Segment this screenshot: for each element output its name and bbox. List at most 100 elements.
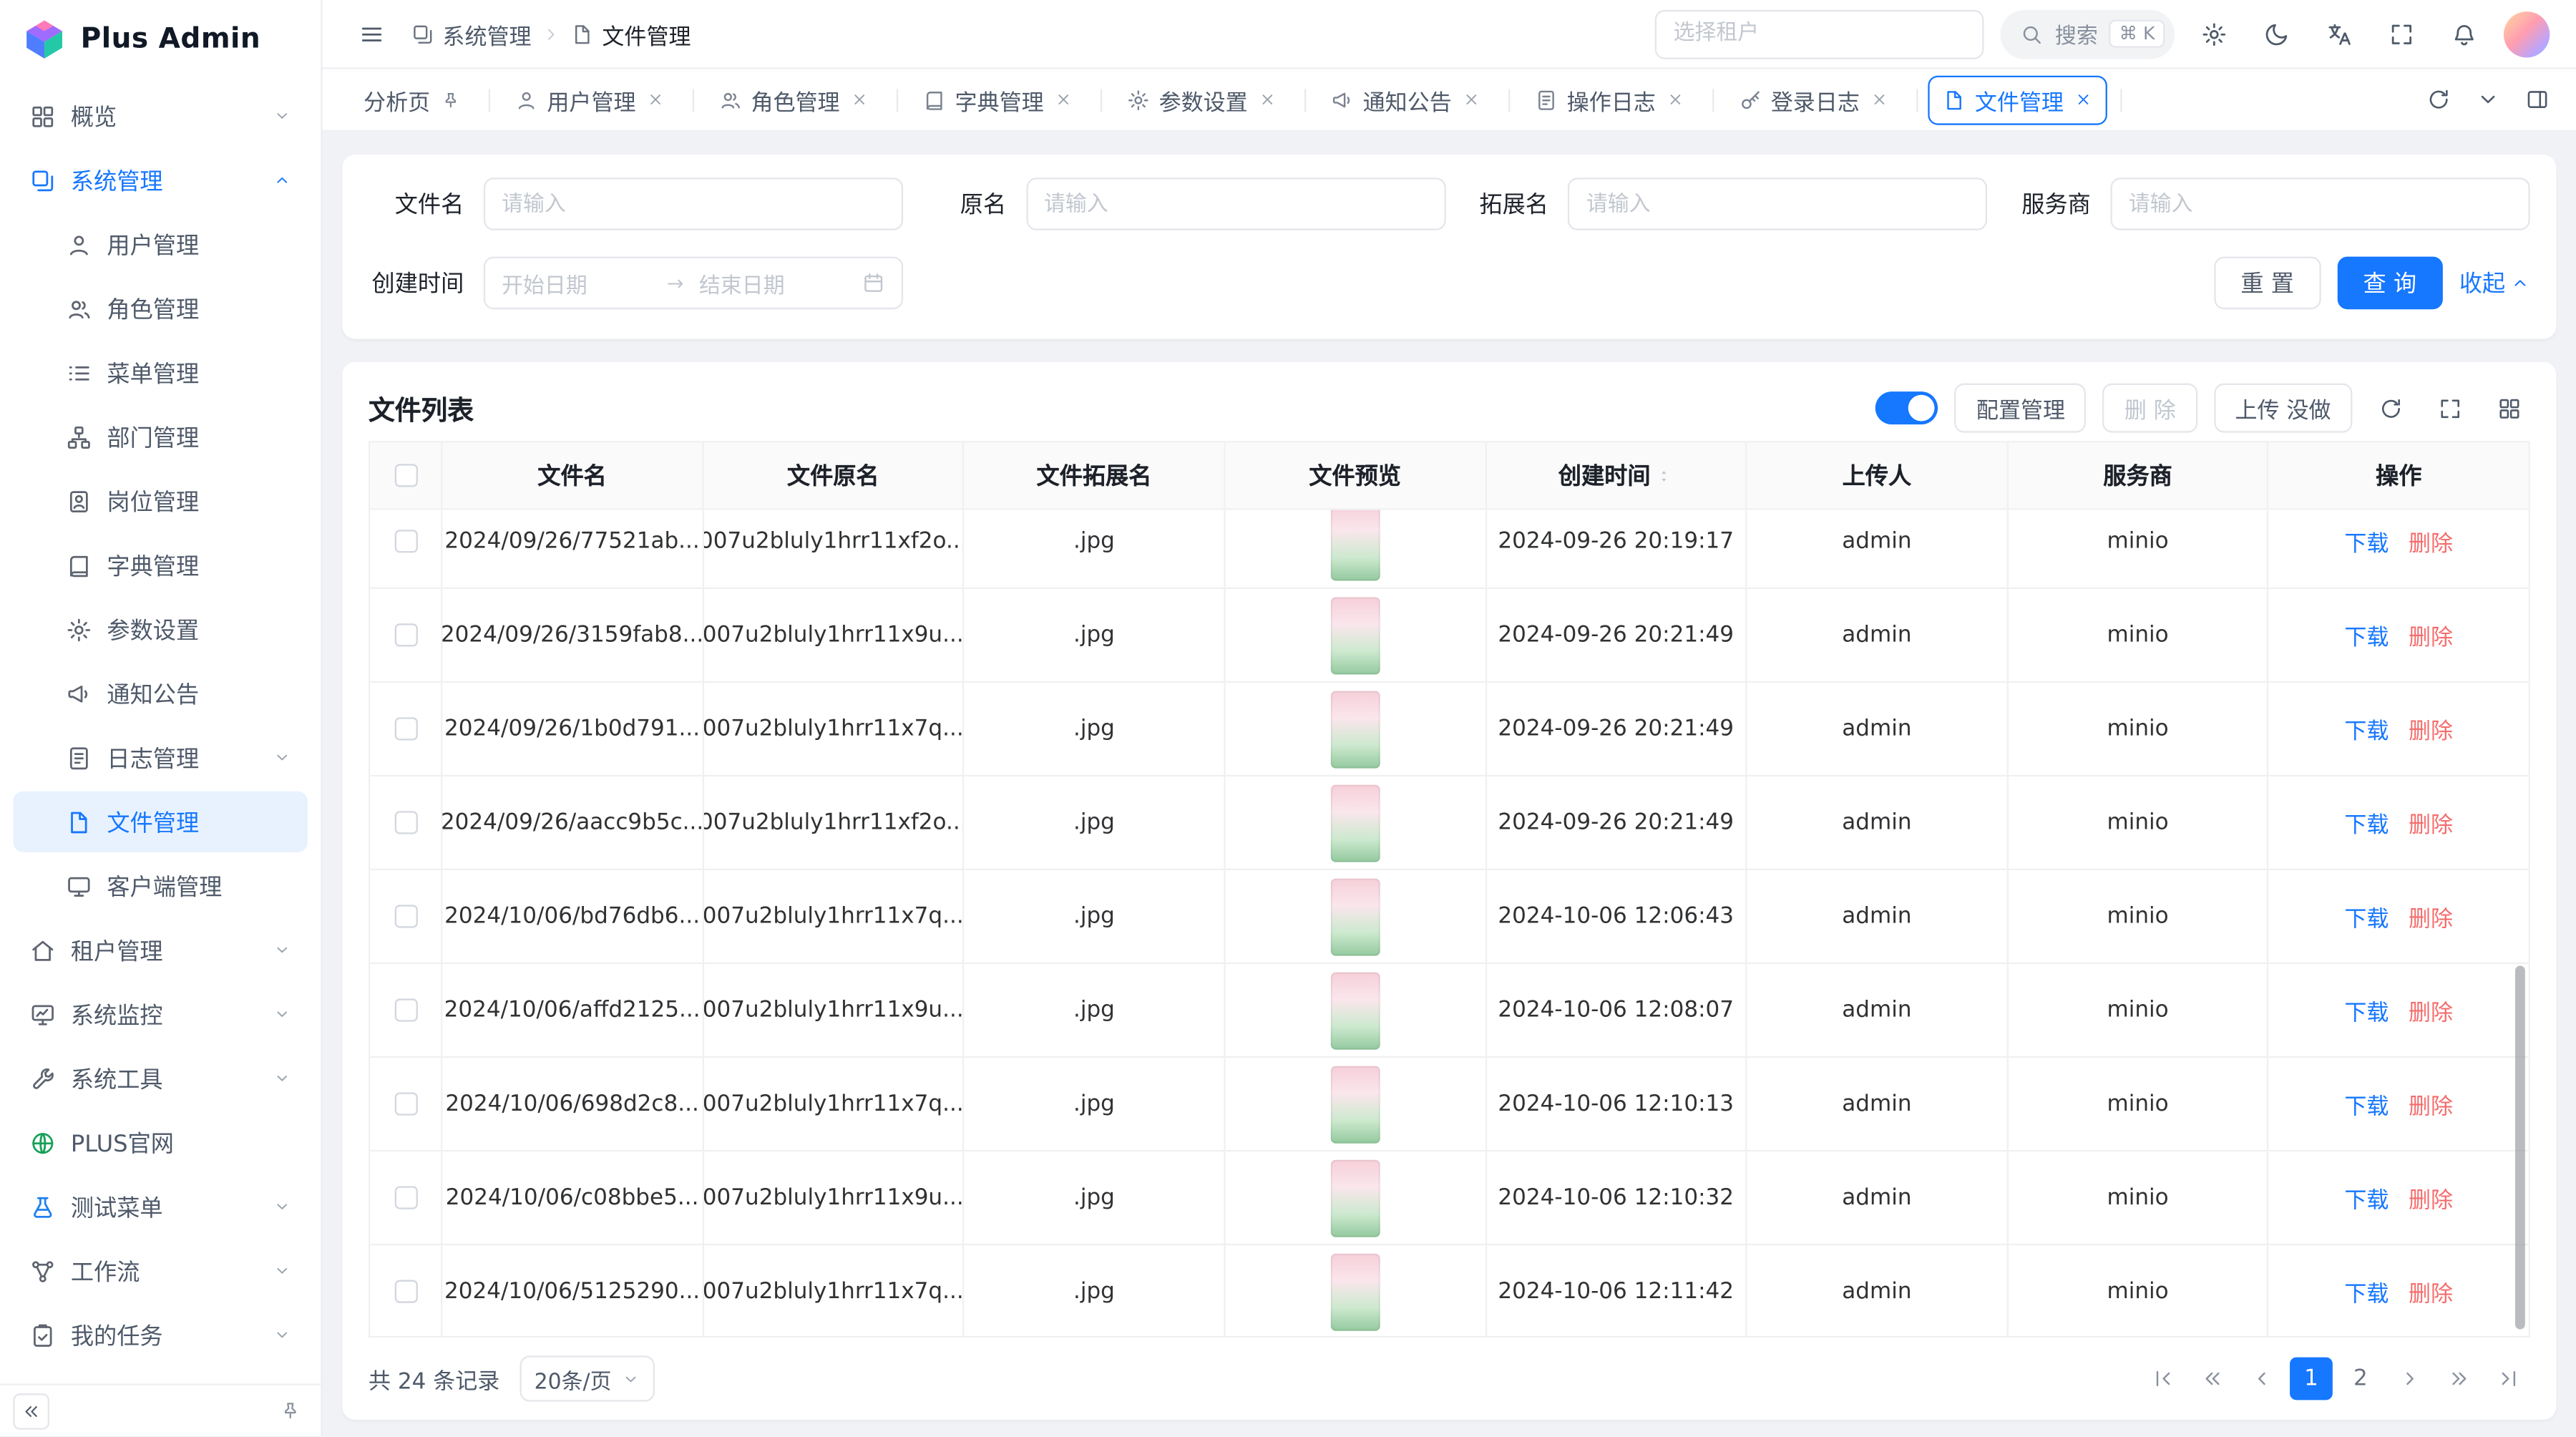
- pager-nav-button[interactable]: [2191, 1358, 2234, 1401]
- tab[interactable]: 文件管理: [1917, 69, 2121, 130]
- download-link[interactable]: 下载: [2344, 994, 2389, 1027]
- close-icon[interactable]: [645, 90, 663, 108]
- file-preview-thumbnail[interactable]: [1330, 1253, 1380, 1330]
- file-preview-thumbnail[interactable]: [1330, 510, 1380, 580]
- select-all-checkbox[interactable]: [394, 464, 417, 487]
- page-number-button[interactable]: 1: [2290, 1358, 2333, 1401]
- sidebar-item[interactable]: 系统工具: [13, 1048, 308, 1109]
- reset-button[interactable]: 重 置: [2215, 257, 2321, 310]
- sort-icon[interactable]: [1655, 467, 1673, 484]
- breadcrumb-item[interactable]: 文件管理: [571, 17, 691, 50]
- close-icon[interactable]: [1258, 90, 1276, 108]
- file-preview-thumbnail[interactable]: [1330, 877, 1380, 955]
- collapse-filters-link[interactable]: 收起: [2459, 266, 2530, 299]
- sidebar-item[interactable]: 系统管理: [13, 150, 308, 210]
- sidebar-item[interactable]: 工作流: [13, 1240, 308, 1301]
- sidebar-collapse-button[interactable]: [13, 1393, 49, 1429]
- download-link[interactable]: 下载: [2344, 900, 2389, 932]
- file-preview-thumbnail[interactable]: [1330, 596, 1380, 673]
- pager-nav-button[interactable]: [2438, 1358, 2481, 1401]
- download-link[interactable]: 下载: [2344, 1182, 2389, 1214]
- delete-link[interactable]: 删除: [2409, 806, 2453, 839]
- query-button[interactable]: 查 询: [2337, 257, 2443, 310]
- sidebar-item[interactable]: gitee记录: [13, 1369, 308, 1384]
- pager-nav-button[interactable]: [2389, 1358, 2431, 1401]
- sidebar-item[interactable]: 角色管理: [13, 278, 308, 339]
- row-checkbox[interactable]: [394, 998, 417, 1021]
- close-icon[interactable]: [2074, 90, 2092, 108]
- row-checkbox[interactable]: [394, 1280, 417, 1303]
- sidebar-item[interactable]: 通知公告: [13, 663, 308, 724]
- date-range-picker[interactable]: 开始日期 结束日期: [484, 257, 903, 310]
- pager-nav-button[interactable]: [2142, 1358, 2185, 1401]
- sidebar-item[interactable]: PLUS官网: [13, 1112, 308, 1173]
- delete-link[interactable]: 删除: [2409, 525, 2453, 557]
- filter-input[interactable]: [1568, 177, 1988, 230]
- tab[interactable]: 角色管理: [693, 69, 897, 130]
- tenant-select-input[interactable]: [1655, 9, 1984, 59]
- table-tool-button[interactable]: [2487, 386, 2530, 429]
- delete-link[interactable]: 删除: [2409, 618, 2453, 651]
- row-checkbox[interactable]: [394, 905, 417, 927]
- table-tool-button[interactable]: [2428, 386, 2471, 429]
- delete-link[interactable]: 删除: [2409, 1088, 2453, 1121]
- download-link[interactable]: 下载: [2344, 618, 2389, 651]
- download-link[interactable]: 下载: [2344, 1088, 2389, 1121]
- file-preview-thumbnail[interactable]: [1330, 1066, 1380, 1143]
- filter-input[interactable]: [2110, 177, 2529, 230]
- sidebar-item[interactable]: 字典管理: [13, 535, 308, 595]
- tab[interactable]: 登录日志: [1713, 69, 1917, 130]
- sidebar-item[interactable]: 日志管理: [13, 727, 308, 788]
- filter-input[interactable]: [1026, 177, 1445, 230]
- download-link[interactable]: 下载: [2344, 712, 2389, 745]
- close-icon[interactable]: [1053, 90, 1071, 108]
- delete-link[interactable]: 删除: [2409, 1182, 2453, 1214]
- file-preview-thumbnail[interactable]: [1330, 972, 1380, 1049]
- row-checkbox[interactable]: [394, 1187, 417, 1209]
- config-button[interactable]: 配置管理: [1955, 384, 2087, 433]
- tab[interactable]: 操作日志: [1509, 69, 1713, 130]
- upload-button[interactable]: 上传 没做: [2214, 384, 2353, 433]
- sidebar-item[interactable]: 测试菜单: [13, 1177, 308, 1237]
- pin-icon[interactable]: [440, 89, 460, 109]
- breadcrumb-item[interactable]: 系统管理: [411, 17, 532, 50]
- sidebar-item[interactable]: 系统监控: [13, 984, 308, 1045]
- sidebar-toggle-button[interactable]: [348, 11, 394, 57]
- delete-link[interactable]: 删除: [2409, 900, 2453, 932]
- tab[interactable]: 分析页: [339, 69, 489, 130]
- delete-link[interactable]: 删除: [2409, 1275, 2453, 1308]
- tab[interactable]: 参数设置: [1101, 69, 1305, 130]
- download-link[interactable]: 下载: [2344, 525, 2389, 557]
- close-icon[interactable]: [1462, 90, 1480, 108]
- file-preview-thumbnail[interactable]: [1330, 784, 1380, 861]
- page-size-select[interactable]: 20条/页: [519, 1355, 654, 1401]
- table-scrollbar[interactable]: [2515, 966, 2525, 1330]
- close-icon[interactable]: [1870, 90, 1888, 108]
- sidebar-item[interactable]: 用户管理: [13, 214, 308, 275]
- user-avatar[interactable]: [2504, 11, 2550, 57]
- delete-link[interactable]: 删除: [2409, 994, 2453, 1027]
- delete-link[interactable]: 删除: [2409, 712, 2453, 745]
- sidebar-item[interactable]: 租户管理: [13, 920, 308, 980]
- header-icon-button[interactable]: [2316, 11, 2362, 57]
- row-checkbox[interactable]: [394, 623, 417, 646]
- tabbar-action-button[interactable]: [2415, 77, 2461, 122]
- filter-input[interactable]: [484, 177, 903, 230]
- header-icon-button[interactable]: [2191, 11, 2237, 57]
- row-checkbox[interactable]: [394, 717, 417, 740]
- close-icon[interactable]: [1666, 90, 1684, 108]
- file-preview-thumbnail[interactable]: [1330, 690, 1380, 767]
- page-number-button[interactable]: 2: [2339, 1358, 2382, 1401]
- app-logo[interactable]: Plus Admin: [0, 0, 321, 79]
- tabbar-action-button[interactable]: [2514, 77, 2560, 122]
- download-link[interactable]: 下载: [2344, 806, 2389, 839]
- header-icon-button[interactable]: [2441, 11, 2487, 57]
- table-tool-button[interactable]: [2368, 386, 2411, 429]
- tab[interactable]: 用户管理: [489, 69, 693, 130]
- tabbar-action-button[interactable]: [2464, 77, 2510, 122]
- pager-nav-button[interactable]: [2487, 1358, 2530, 1401]
- sidebar-item[interactable]: 客户端管理: [13, 855, 308, 916]
- row-checkbox[interactable]: [394, 530, 417, 552]
- sidebar-item[interactable]: 岗位管理: [13, 470, 308, 531]
- header-icon-button[interactable]: [2253, 11, 2299, 57]
